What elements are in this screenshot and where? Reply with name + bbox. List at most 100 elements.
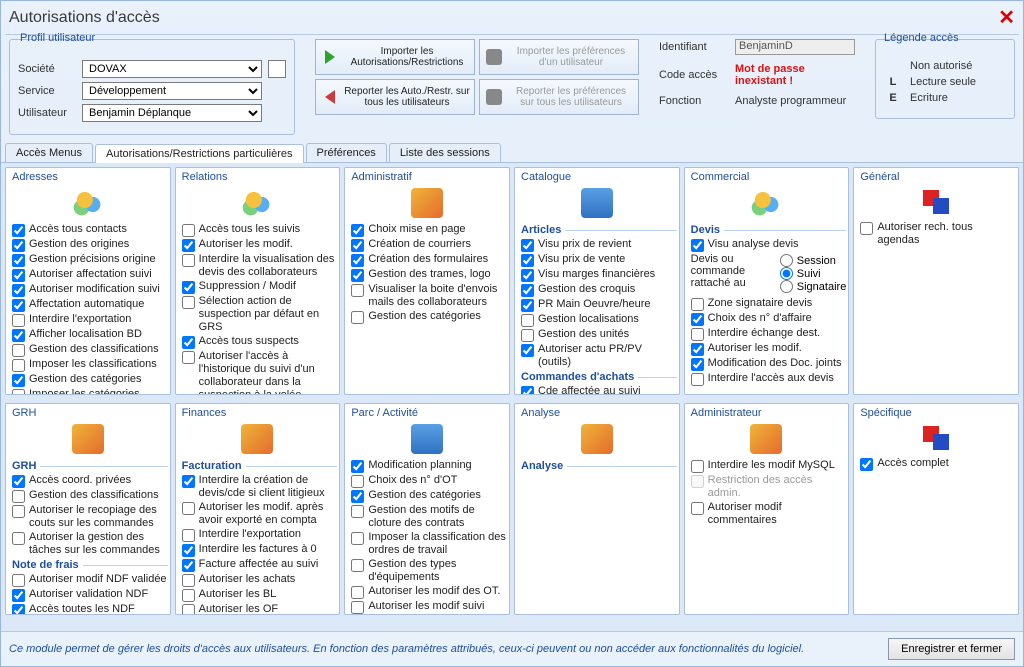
checkbox-item[interactable]: Gestion des classifications: [12, 343, 168, 357]
checkbox-input[interactable]: [182, 224, 195, 237]
checkbox-input[interactable]: [182, 589, 195, 602]
checkbox-input[interactable]: [12, 284, 25, 297]
import-pref-button[interactable]: Importer les préférences d'un utilisateu…: [479, 39, 639, 75]
tab-menus[interactable]: Accès Menus: [5, 143, 93, 162]
report-pref-button[interactable]: Reporter les préférences sur tous les ut…: [479, 79, 639, 115]
checkbox-input[interactable]: [12, 269, 25, 282]
checkbox-item[interactable]: Imposer la classification des ordres de …: [351, 531, 507, 557]
checkbox-item[interactable]: Sélection action de suspection par défau…: [182, 295, 338, 334]
checkbox-item[interactable]: Autoriser modif commentaires: [691, 501, 847, 527]
checkbox-item[interactable]: Accès toutes les NDF: [12, 603, 168, 614]
checkbox-item[interactable]: Accès tous suspects: [182, 335, 338, 349]
checkbox-item[interactable]: Interdire les modif MySQL: [691, 459, 847, 473]
checkbox-item[interactable]: Accès tous contacts: [12, 223, 168, 237]
checkbox-input[interactable]: [12, 374, 25, 387]
checkbox-item[interactable]: Autoriser l'accès à l'historique du suiv…: [182, 350, 338, 394]
service-select[interactable]: Développement: [82, 82, 262, 100]
import-auth-button[interactable]: Importer les Autorisations/Restrictions: [315, 39, 475, 75]
checkbox-input[interactable]: [691, 460, 704, 473]
radio-input[interactable]: [780, 254, 793, 267]
tab-sessions[interactable]: Liste des sessions: [389, 143, 501, 162]
checkbox-item[interactable]: Gestion des motifs de cloture des contra…: [351, 504, 507, 530]
checkbox-item[interactable]: Interdire l'exportation: [182, 528, 338, 542]
checkbox-item[interactable]: Gestion des croquis: [521, 283, 677, 297]
checkbox-input[interactable]: [182, 239, 195, 252]
checkbox-item[interactable]: Création de courriers: [351, 238, 507, 252]
checkbox-item[interactable]: Zone signataire devis: [691, 297, 847, 311]
checkbox-item[interactable]: Autoriser affectation suivi: [12, 268, 168, 282]
checkbox-item[interactable]: Gestion des unités: [521, 328, 677, 342]
checkbox-item[interactable]: Visu marges financières: [521, 268, 677, 282]
checkbox-item[interactable]: Interdire les factures à 0: [182, 543, 338, 557]
checkbox-input[interactable]: [12, 490, 25, 503]
checkbox-item[interactable]: Visualiser la boite d'envois mails des c…: [351, 283, 507, 309]
checkbox-item[interactable]: Interdire la création de devis/cde si cl…: [182, 474, 338, 500]
checkbox-input[interactable]: [12, 574, 25, 587]
checkbox-item[interactable]: Modification planning: [351, 459, 507, 473]
checkbox-input[interactable]: [351, 269, 364, 282]
checkbox-input[interactable]: [182, 475, 195, 488]
radio-item[interactable]: Suivi: [780, 267, 847, 280]
checkbox-input[interactable]: [691, 313, 704, 326]
checkbox-item[interactable]: Autoriser modification suivi: [12, 283, 168, 297]
checkbox-item[interactable]: Gestion des types d'équipements: [351, 558, 507, 584]
checkbox-item[interactable]: Autoriser les modif.: [691, 342, 847, 356]
new-doc-button[interactable]: [268, 60, 286, 78]
societe-select[interactable]: DOVAX: [82, 60, 262, 78]
checkbox-item[interactable]: Interdire l'accès aux devis: [691, 372, 847, 386]
checkbox-input[interactable]: [182, 351, 195, 364]
checkbox-input[interactable]: [691, 475, 704, 488]
checkbox-item[interactable]: Autoriser rech. tous agendas: [860, 221, 1016, 247]
checkbox-input[interactable]: [182, 254, 195, 267]
utilisateur-select[interactable]: Benjamin Déplanque: [82, 104, 262, 122]
checkbox-input[interactable]: [182, 296, 195, 309]
checkbox-input[interactable]: [12, 224, 25, 237]
checkbox-input[interactable]: [351, 311, 364, 324]
checkbox-item[interactable]: Interdire l'exportation: [12, 313, 168, 327]
checkbox-input[interactable]: [12, 604, 25, 614]
checkbox-item[interactable]: Interdire la visualisation des devis des…: [182, 253, 338, 279]
checkbox-input[interactable]: [691, 373, 704, 386]
checkbox-input[interactable]: [182, 559, 195, 572]
checkbox-input[interactable]: [691, 502, 704, 515]
checkbox-input[interactable]: [351, 284, 364, 297]
checkbox-item[interactable]: Autoriser le recopiage des couts sur les…: [12, 504, 168, 530]
checkbox-item[interactable]: Accès coord. privées: [12, 474, 168, 488]
radio-input[interactable]: [780, 267, 793, 280]
checkbox-item[interactable]: Choix des n° d'OT: [351, 474, 507, 488]
checkbox-item[interactable]: Gestion des trames, logo: [351, 268, 507, 282]
radio-input[interactable]: [780, 280, 793, 293]
checkbox-item[interactable]: Gestion des catégories: [12, 373, 168, 387]
radio-item[interactable]: Session: [780, 254, 847, 267]
tab-pref[interactable]: Préférences: [306, 143, 387, 162]
checkbox-input[interactable]: [691, 328, 704, 341]
checkbox-item[interactable]: Autoriser les BL: [182, 588, 338, 602]
checkbox-input[interactable]: [12, 299, 25, 312]
checkbox-input[interactable]: [182, 574, 195, 587]
checkbox-item[interactable]: Gestion des classifications: [12, 489, 168, 503]
checkbox-item[interactable]: Autoriser les modif suivi tâches: [351, 600, 507, 614]
checkbox-item[interactable]: Gestion précisions origine: [12, 253, 168, 267]
checkbox-input[interactable]: [351, 490, 364, 503]
checkbox-item[interactable]: Choix mise en page: [351, 223, 507, 237]
checkbox-input[interactable]: [12, 359, 25, 372]
checkbox-input[interactable]: [182, 281, 195, 294]
checkbox-input[interactable]: [351, 475, 364, 488]
checkbox-input[interactable]: [182, 604, 195, 614]
checkbox-input[interactable]: [860, 458, 873, 471]
checkbox-input[interactable]: [351, 239, 364, 252]
checkbox-input[interactable]: [521, 386, 534, 394]
checkbox-input[interactable]: [12, 344, 25, 357]
checkbox-item[interactable]: Restriction des accès admin.: [691, 474, 847, 500]
checkbox-item[interactable]: Imposer les classifications: [12, 358, 168, 372]
checkbox-input[interactable]: [521, 344, 534, 357]
checkbox-item[interactable]: Visu analyse devis: [691, 238, 847, 252]
close-icon[interactable]: ✕: [998, 5, 1015, 30]
checkbox-item[interactable]: Autoriser modif NDF validée: [12, 573, 168, 587]
checkbox-input[interactable]: [860, 222, 873, 235]
checkbox-input[interactable]: [12, 314, 25, 327]
checkbox-input[interactable]: [521, 329, 534, 342]
checkbox-input[interactable]: [521, 314, 534, 327]
checkbox-input[interactable]: [182, 502, 195, 515]
checkbox-input[interactable]: [182, 544, 195, 557]
